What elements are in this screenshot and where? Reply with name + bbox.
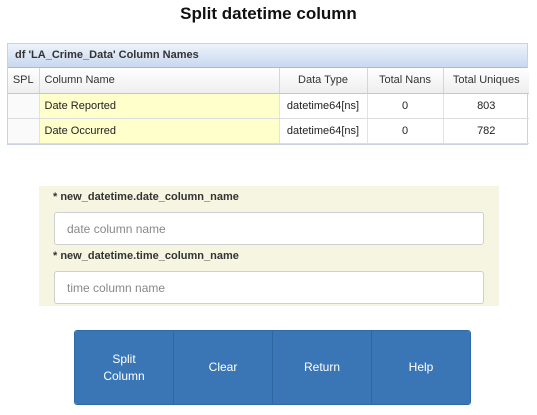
date-column-input[interactable]: [54, 212, 484, 245]
clear-button[interactable]: Clear: [174, 331, 273, 404]
column-names-grid: df 'LA_Crime_Data' Column Names SPL Colu…: [7, 43, 529, 145]
cell-total-uniques[interactable]: 782: [443, 118, 529, 144]
table-header-row: SPL Column Name Data Type Total Nans Tot…: [8, 68, 529, 94]
grid-caption: df 'LA_Crime_Data' Column Names: [8, 44, 527, 68]
header-data-type[interactable]: Data Type: [279, 68, 368, 94]
cell-data-type[interactable]: datetime64[ns]: [279, 93, 368, 119]
header-spl[interactable]: SPL: [8, 68, 40, 94]
split-options-panel: * new_datetime.date_column_name * new_da…: [39, 186, 499, 306]
help-button[interactable]: Help: [372, 331, 470, 404]
cell-spl[interactable]: [8, 93, 40, 119]
header-column-name[interactable]: Column Name: [39, 68, 280, 94]
cell-data-type[interactable]: datetime64[ns]: [279, 118, 368, 144]
column-names-table: SPL Column Name Data Type Total Nans Tot…: [8, 68, 529, 144]
table-row[interactable]: Date Occurred datetime64[ns] 0 782: [8, 118, 529, 144]
action-button-bar: Split Column Clear Return Help: [74, 330, 471, 405]
cell-column-name[interactable]: Date Occurred: [39, 118, 280, 144]
date-column-label: * new_datetime.date_column_name: [53, 191, 239, 203]
cell-total-uniques[interactable]: 803: [443, 93, 529, 119]
clear-label: Clear: [208, 360, 238, 374]
time-column-label: * new_datetime.time_column_name: [53, 250, 239, 262]
header-total-nans[interactable]: Total Nans: [367, 68, 444, 94]
return-button[interactable]: Return: [273, 331, 372, 404]
header-total-uniques[interactable]: Total Uniques: [443, 68, 529, 94]
cell-total-nans[interactable]: 0: [367, 118, 444, 144]
help-label: Help: [408, 360, 434, 374]
table-row[interactable]: Date Reported datetime64[ns] 0 803: [8, 93, 529, 119]
return-label: Return: [303, 360, 341, 374]
cell-spl[interactable]: [8, 118, 40, 144]
cell-column-name[interactable]: Date Reported: [39, 93, 280, 119]
time-column-input[interactable]: [54, 271, 484, 304]
split-column-label: Split Column: [103, 351, 145, 383]
page-title: Split datetime column: [180, 4, 357, 23]
cell-total-nans[interactable]: 0: [367, 93, 444, 119]
split-column-button[interactable]: Split Column: [75, 331, 174, 404]
